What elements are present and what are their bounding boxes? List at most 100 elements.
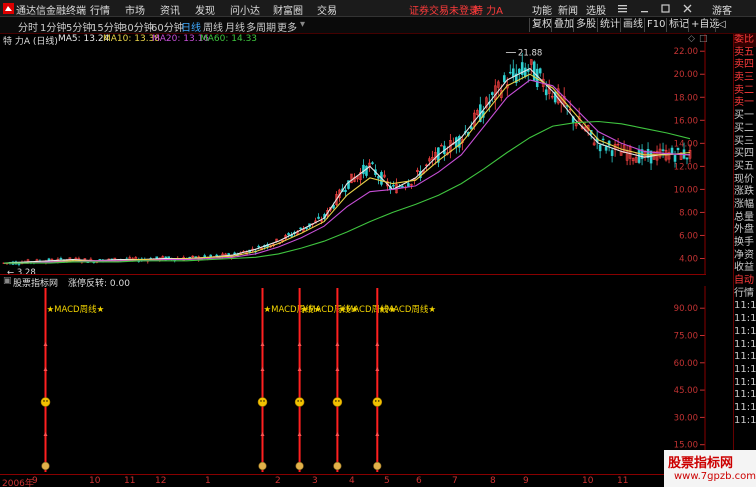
user-guest[interactable]: 游客 (712, 2, 732, 17)
smiley-icon (332, 397, 343, 407)
menu-news[interactable]: 资讯 (160, 2, 180, 17)
tab-weekly[interactable]: 周线 (203, 19, 223, 34)
multi-stock-button[interactable]: 多股 (573, 18, 598, 32)
candle-body (59, 258, 63, 260)
signal-arrow-icon (297, 432, 302, 436)
smiley-eye (335, 400, 337, 402)
indicator-menu-icon[interactable]: ▣ (3, 276, 12, 286)
maximize-icon[interactable] (660, 3, 671, 14)
quote-info-label: 涨跌 (734, 186, 754, 198)
collapse-panel-button[interactable]: ◁ (715, 18, 728, 32)
candle-body (685, 157, 689, 160)
candle-body (299, 227, 302, 230)
quote-info-label: 买三 (734, 135, 754, 147)
candle-body (544, 89, 548, 96)
candle-body (598, 144, 602, 152)
smiley-eye (338, 400, 340, 402)
more-chevron-icon[interactable]: ▾ (300, 19, 305, 30)
x-label: 9 (32, 476, 38, 486)
signal-arrow-icon (375, 367, 380, 371)
tab-more[interactable]: 更多 (277, 19, 297, 34)
y-tick-label: 6.00 (679, 231, 698, 241)
x-label: 5 (384, 476, 390, 486)
price-chart[interactable]: 22.00 20.00 18.00 16.00 14.00 12.00 10.00 8.00 6… (0, 34, 706, 274)
quote-info-label: 11:1 (734, 389, 756, 401)
x-label: 2 (275, 476, 281, 486)
f10-button[interactable]: F10 (644, 18, 667, 32)
quote-info-label: 收益 (734, 262, 754, 274)
y-tick-label: 12.00 (674, 162, 698, 172)
candle-body (167, 256, 171, 259)
menu-trade[interactable]: 交易 (317, 2, 337, 17)
money-bag-icon (258, 461, 267, 471)
chart-close-icon[interactable]: □ (699, 34, 708, 44)
candle-body (676, 147, 680, 151)
signal-arrow-icon (335, 432, 340, 436)
money-bag-icon (333, 461, 342, 471)
signal-arrow-icon (260, 342, 265, 346)
tab-monthly[interactable]: 月线 (225, 19, 245, 34)
trade-login-status[interactable]: 证券交易未登录 (409, 2, 479, 17)
quote-info-label: 11:1 (734, 414, 756, 426)
indicator-y-tick-label: 30.00 (674, 413, 698, 423)
indicator-chart[interactable]: 90.0075.0060.0045.0030.0015.00★MACD周线★ ★M… (0, 286, 706, 474)
tab-15min[interactable]: 15分钟 (91, 19, 124, 34)
quote-info-label: 买五 (734, 160, 754, 172)
menu-newsflash[interactable]: 新闻 (558, 2, 578, 17)
menu-market[interactable]: 市场 (125, 2, 145, 17)
tab-daily[interactable]: 日线 (181, 19, 201, 34)
signal-label: ★MACD周线★ (47, 304, 105, 315)
menu-wealth[interactable]: 财富圈 (273, 2, 303, 17)
tab-30min[interactable]: 30分钟 (121, 19, 154, 34)
close-icon[interactable] (682, 3, 693, 14)
x-label: 1 (205, 476, 211, 486)
panel-divider[interactable] (0, 274, 706, 275)
signal-marker: ★MACD周线★ (372, 288, 436, 472)
quote-info-label: 委比 (734, 34, 756, 47)
quote-info-label: 总量 (734, 211, 754, 223)
quote-info-label: 涨幅 (734, 198, 754, 210)
smiley-icon (372, 397, 383, 407)
tab-1min[interactable]: 1分钟 (40, 19, 66, 34)
tab-5min[interactable]: 5分钟 (66, 19, 92, 34)
signal-marker: ★MACD周线★ (332, 288, 396, 472)
ma-line-ma20 (4, 79, 691, 264)
menu-quotes[interactable]: 行情 (90, 2, 110, 17)
signal-arrow-icon (43, 342, 48, 346)
tab-60min[interactable]: 60分钟 (151, 19, 184, 34)
ma60-value: MA60: 14.33 (200, 34, 258, 44)
signal-arrow-icon (335, 367, 340, 371)
smiley-eye (297, 400, 299, 402)
statistics-button[interactable]: 统计 (597, 18, 622, 32)
watermark-url: www.7gpzb.com (674, 471, 756, 482)
tab-intraday[interactable]: 分时 (18, 19, 38, 34)
smiley-eye (300, 400, 302, 402)
quote-info-label: 卖三 (734, 72, 754, 84)
smiley-eye (375, 400, 377, 402)
settings-icon[interactable] (617, 3, 628, 14)
candle-body (344, 189, 347, 192)
chart-header: 特 力A (日线) MA5: 13.24 MA10: 13.38 MA20: 1… (0, 34, 708, 47)
menu-assistant[interactable]: 问小达 (230, 2, 260, 17)
menu-stock-picker[interactable]: 选股 (586, 2, 606, 17)
quote-info-label: 买二 (734, 122, 754, 134)
quote-info-label[interactable]: 自动 (734, 275, 756, 288)
quote-info-label: 11:1 (734, 363, 756, 375)
candle-body (490, 92, 494, 95)
smiley-eye (378, 400, 380, 402)
tab-multi-period[interactable]: 多周期 (246, 19, 276, 34)
candle-body (661, 149, 665, 152)
chart-settings-icon[interactable]: ◇ (688, 34, 695, 44)
candles (2, 52, 692, 267)
x-label: 11 (124, 476, 136, 486)
menu-functions[interactable]: 功能 (532, 2, 552, 17)
app-logo-icon (3, 3, 14, 14)
ma-line-ma5 (3, 67, 691, 264)
signal-arrow-icon (260, 432, 265, 436)
menu-discover[interactable]: 发现 (195, 2, 215, 17)
quote-info-label: 11:1 (734, 351, 756, 363)
quote-info-label: 11:1 (734, 401, 756, 413)
minimize-icon[interactable] (639, 3, 650, 14)
candle-body (508, 71, 512, 74)
draw-line-button[interactable]: 画线 (620, 18, 645, 32)
